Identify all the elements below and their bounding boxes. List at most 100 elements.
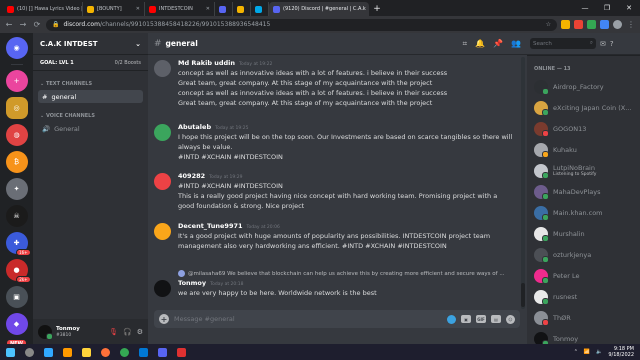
avatar[interactable]: [154, 173, 171, 190]
star-icon[interactable]: ☆: [546, 21, 551, 28]
bell-icon[interactable]: 🔔: [475, 39, 485, 48]
browser-tab[interactable]: INTDESTCOIN ✕: [145, 2, 215, 16]
member-item[interactable]: Airdrop_Factory: [527, 76, 640, 97]
extension-icon[interactable]: [574, 20, 583, 29]
extension-icon[interactable]: [600, 20, 609, 29]
url-field[interactable]: 🔒 discord.com/channels/99101538845841822…: [46, 18, 557, 31]
mute-mic-icon[interactable]: 🎙: [109, 328, 118, 336]
profile-icon[interactable]: [613, 20, 622, 29]
firefox-icon[interactable]: [101, 347, 110, 357]
members-icon[interactable]: 👥: [511, 39, 521, 48]
server-icon[interactable]: ● 2k+: [5, 259, 31, 283]
server-icon[interactable]: ◆: [5, 313, 28, 335]
message-input[interactable]: Message #general: [174, 315, 235, 323]
windows-start-icon[interactable]: [6, 347, 15, 357]
server-icon[interactable]: ✦: [5, 178, 28, 200]
message-author[interactable]: Md Rakib uddin: [178, 59, 235, 67]
server-icon[interactable]: ◍: [5, 124, 28, 146]
new-tab-icon[interactable]: +: [371, 3, 383, 15]
photoshop-icon[interactable]: [44, 347, 53, 357]
member-item[interactable]: Murshalin: [527, 223, 640, 244]
add-server-icon[interactable]: +: [5, 70, 28, 92]
member-item[interactable]: eXciting Japan Coin (X...: [527, 97, 640, 118]
browser-tab[interactable]: (9120) Discord | #general | C.A.k✕: [269, 2, 369, 16]
message-author[interactable]: Decent_Tune9971: [178, 222, 243, 230]
member-item[interactable]: LutpiNoBrain Listening to Spotify: [527, 160, 640, 181]
chrome-icon[interactable]: [120, 347, 129, 357]
boost-goal[interactable]: GOAL: LVL 1 0/2 Boosts: [33, 55, 148, 71]
extension-icon[interactable]: [587, 20, 596, 29]
member-item[interactable]: Tonmoy: [527, 328, 640, 344]
back-icon[interactable]: ←: [4, 20, 14, 29]
browser-tab[interactable]: [215, 2, 233, 16]
reload-icon[interactable]: ⟳: [32, 20, 42, 29]
illustrator-icon[interactable]: [63, 347, 72, 357]
search-icon[interactable]: [25, 347, 34, 357]
member-item[interactable]: ozturkjenya: [527, 244, 640, 265]
member-item[interactable]: Main.khan.com: [527, 202, 640, 223]
server-icon[interactable]: ₿: [5, 151, 28, 173]
discord-home-icon[interactable]: ◉: [5, 37, 28, 59]
category-text-channels[interactable]: ⌄ TEXT CHANNELS: [33, 71, 148, 90]
browser-tab[interactable]: (10) [] Hawa Lyrics Video | H✕: [3, 2, 83, 16]
scrollbar[interactable]: [521, 57, 525, 309]
message-author[interactable]: Abutaleb: [178, 123, 211, 131]
help-icon[interactable]: ?: [610, 40, 614, 48]
browser-tab[interactable]: [233, 2, 251, 16]
member-item[interactable]: MahaDevPlays: [527, 181, 640, 202]
gif-button[interactable]: GIF: [476, 315, 486, 323]
server-icon[interactable]: ☠: [5, 205, 28, 227]
channel-general[interactable]: # general: [38, 90, 143, 103]
wifi-icon[interactable]: 📶: [584, 349, 590, 355]
clock[interactable]: 9:18 PM 9/18/2022: [608, 346, 634, 358]
avatar[interactable]: [154, 280, 171, 297]
close-window-icon[interactable]: ✕: [618, 4, 640, 12]
emoji-icon[interactable]: ☺: [506, 314, 515, 324]
attach-plus-icon[interactable]: +: [159, 314, 169, 324]
server-icon-cak[interactable]: ◎: [5, 97, 28, 119]
gift-icon[interactable]: ▣: [461, 315, 471, 323]
folder-icon[interactable]: [82, 347, 91, 357]
member-item[interactable]: ThØR: [527, 307, 640, 328]
app-icon[interactable]: [177, 347, 186, 357]
close-tab-icon[interactable]: ✕: [136, 6, 140, 12]
voice-channel-general[interactable]: 🔊 General: [38, 122, 143, 135]
headphones-icon[interactable]: 🎧: [123, 328, 132, 336]
scrollbar-thumb[interactable]: [521, 283, 525, 307]
member-item[interactable]: GOGON13: [527, 118, 640, 139]
sticker-icon[interactable]: ▤: [491, 315, 501, 323]
server-icon[interactable]: ✚ 16+: [5, 232, 31, 256]
avatar[interactable]: [154, 223, 171, 240]
pin-icon[interactable]: 📌: [493, 39, 503, 48]
forward-icon[interactable]: →: [18, 20, 28, 29]
message-composer[interactable]: + Message #general ▣ GIF ▤ ☺: [154, 310, 520, 328]
member-item[interactable]: Peter Le: [527, 265, 640, 286]
volume-icon[interactable]: 🔈: [596, 349, 602, 355]
threads-icon[interactable]: ⌗: [463, 39, 468, 49]
server-header[interactable]: C.A.K INTDEST ⌄: [33, 33, 148, 55]
maximize-icon[interactable]: ❐: [596, 4, 618, 12]
avatar[interactable]: [154, 124, 171, 141]
discord-taskbar-icon[interactable]: [158, 347, 167, 357]
browser-tab[interactable]: [251, 2, 269, 16]
gear-icon[interactable]: ⚙: [137, 328, 143, 336]
message-author[interactable]: 409282: [178, 172, 205, 180]
server-icon[interactable]: ▣: [5, 286, 28, 308]
avatar[interactable]: [38, 324, 53, 340]
nitro-gift-icon[interactable]: [447, 314, 456, 324]
tray-chevron-icon[interactable]: ⌃: [574, 349, 578, 355]
reply-reference[interactable]: @milasaha69 We believe that blockchain c…: [178, 270, 505, 277]
category-voice-channels[interactable]: ⌄ VOICE CHANNELS: [33, 103, 148, 122]
member-item[interactable]: Kuhaku: [527, 139, 640, 160]
extension-icon[interactable]: [561, 20, 570, 29]
minimize-icon[interactable]: —: [574, 4, 596, 12]
menu-dots-icon[interactable]: ⋮: [626, 20, 636, 29]
avatar[interactable]: [154, 60, 171, 77]
browser-tab[interactable]: [BOUNTY] ✕: [83, 2, 145, 16]
search-input[interactable]: Search ⌕: [530, 38, 596, 49]
close-tab-icon[interactable]: ✕: [206, 6, 210, 12]
message-author[interactable]: Tonmoy: [178, 279, 206, 287]
inbox-icon[interactable]: ✉: [600, 40, 606, 48]
member-item[interactable]: rusnest: [527, 286, 640, 307]
app-icon[interactable]: [139, 347, 148, 357]
